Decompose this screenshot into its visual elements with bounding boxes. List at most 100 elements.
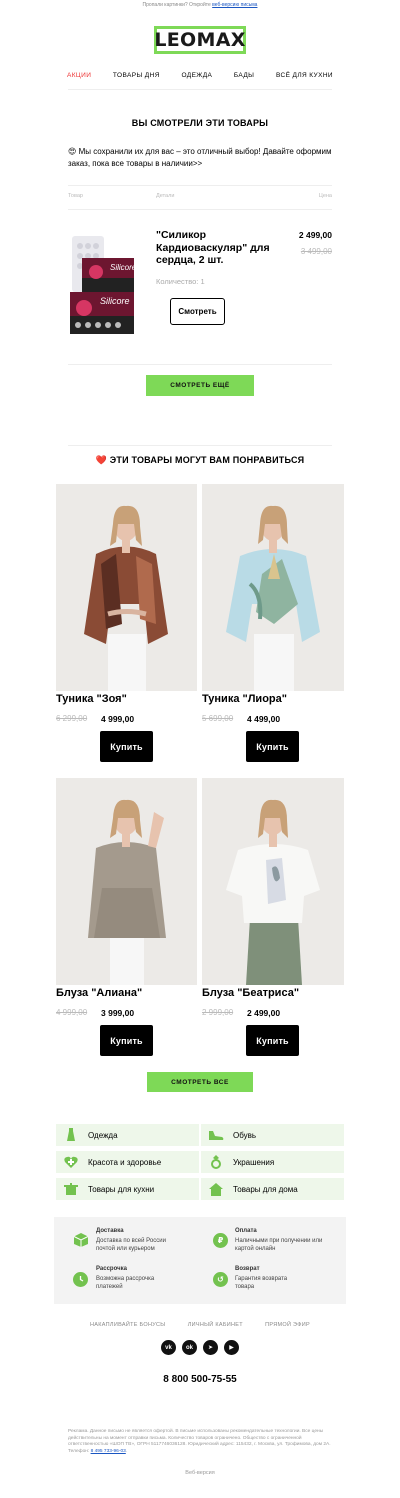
buy-button-zoya[interactable]: Купить [100,731,153,762]
top-nav: АКЦИИ ТОВАРЫ ДНЯ ОДЕЖДА БАДЫ ВСЁ ДЛЯ КУХ… [67,70,333,82]
divider [68,364,332,365]
card-name-aliana[interactable]: Блуза "Алиана" [56,987,142,999]
telegram-icon[interactable]: ➤ [203,1340,218,1355]
dress-icon [62,1128,80,1142]
card-name-zoya[interactable]: Туника "Зоя" [56,693,127,705]
box-icon [73,1232,89,1253]
card-old-price-zoya: 6 299,00 [56,714,88,723]
info-title-payment: Оплата [235,1228,257,1234]
web-version-link[interactable]: веб-версию письма [212,2,257,8]
preheader: Пропали картинки? Откройте веб-версию пи… [0,0,400,12]
preheader-text: Пропали картинки? Откройте [142,2,211,8]
col-details: Детали [156,193,175,199]
category-beauty[interactable]: Красота и здоровье [56,1151,199,1173]
house-icon [207,1182,225,1196]
category-label: Обувь [233,1130,257,1140]
nav-item-supplements[interactable]: БАДЫ [234,70,254,82]
info-title-return: Возврат [235,1266,260,1272]
heart-icon: ❤️ [95,455,108,465]
nav-item-deals[interactable]: ТОВАРЫ ДНЯ [113,70,160,82]
link-account[interactable]: ЛИЧНЫЙ КАБИНЕТ [188,1322,243,1328]
product-card-image-zoya[interactable] [56,484,197,691]
info-text-payment: Наличными при получении или картой онлай… [235,1238,323,1252]
category-jewelry[interactable]: Украшения [201,1151,344,1173]
card-price-zoya: 4 999,00 [101,714,135,724]
vk-icon[interactable]: vk [161,1340,176,1355]
legal-period: . [125,1448,128,1454]
divider [68,185,332,186]
supplement-pack-illustration: Silicore Silicore [70,236,137,334]
card-price-aliana: 3 999,00 [101,1008,135,1018]
shoe-icon [207,1128,225,1142]
smile-emoji-icon: 😍 [68,147,77,156]
leomax-logo[interactable]: LEOMAX [154,26,246,54]
product-card-image-beatrisa[interactable] [202,778,344,985]
category-label: Красота и здоровье [88,1157,162,1167]
recommend-title-text: ЭТИ ТОВАРЫ МОГУТ ВАМ ПОНРАВИТЬСЯ [109,455,305,465]
heart-plus-icon [62,1155,80,1169]
see-all-button[interactable]: СМОТРЕТЬ ВСЕ [147,1072,253,1092]
pot-icon [62,1182,80,1196]
card-old-price-beatrisa: 2 999,00 [202,1008,234,1017]
nav-item-clothes[interactable]: ОДЕЖДА [181,70,212,82]
category-clothes[interactable]: Одежда [56,1124,199,1146]
link-live[interactable]: ПРЯМОЙ ЭФИР [265,1322,310,1328]
card-old-price-liora: 5 699,00 [202,714,234,723]
divider [68,209,332,210]
product-old-price: 3 499,00 [300,247,332,256]
footer-links: НАКАПЛИВАЙТЕ БОНУСЫ ЛИЧНЫЙ КАБИНЕТ ПРЯМО… [90,1322,310,1328]
col-product: Товар [68,193,83,199]
product-quantity: Количество: 1 [156,277,205,286]
model-photo [202,484,344,691]
link-bonuses[interactable]: НАКАПЛИВАЙТЕ БОНУСЫ [90,1322,165,1328]
buy-button-aliana[interactable]: Купить [100,1025,153,1056]
ruble-icon: ₽ [213,1233,228,1248]
product-price: 2 499,00 [298,230,332,240]
clock-icon [73,1272,88,1287]
ring-icon [207,1155,225,1169]
viewed-intro: 😍 Мы сохранили их для вас – это отличный… [68,146,338,170]
model-photo [56,484,197,691]
category-label: Одежда [88,1130,118,1140]
model-photo [56,778,197,985]
social-links: vk ok ➤ ▶ [161,1340,239,1355]
pack-label-top: Silicore [110,263,137,272]
info-text-return: Гарантия возврата товара [235,1276,288,1290]
card-price-liora: 4 499,00 [247,714,281,724]
viewed-intro-text: Мы сохранили их для вас – это отличный в… [68,147,332,168]
card-price-beatrisa: 2 499,00 [247,1008,281,1018]
see-more-button[interactable]: СМОТРЕТЬ ЕЩЁ [146,375,254,396]
category-shoes[interactable]: Обувь [201,1124,344,1146]
col-price: Цена [318,193,332,199]
category-kitchen[interactable]: Товары для кухни [56,1178,199,1200]
view-product-button[interactable]: Смотреть [170,298,225,325]
divider [68,89,332,90]
divider [68,445,332,446]
info-title-installment: Рассрочка [96,1266,127,1272]
card-old-price-aliana: 4 999,00 [56,1008,88,1017]
info-text-installment: Возможна рассрочка платежей [96,1276,155,1290]
category-label: Украшения [233,1157,275,1167]
card-name-liora[interactable]: Туника "Лиора" [202,693,287,705]
buy-button-beatrisa[interactable]: Купить [246,1025,299,1056]
product-name[interactable]: "Силикор Кардиоваскуляр" для сердца, 2 ш… [156,229,284,267]
phone-number[interactable]: 8 800 500-75-55 [0,1374,400,1385]
legal-text: Реклама. Данное письмо не является оферт… [68,1429,332,1455]
table-header: Товар Детали Цена [68,193,332,203]
youtube-icon[interactable]: ▶ [224,1340,239,1355]
category-home[interactable]: Товары для дома [201,1178,344,1200]
legal-phone-link[interactable]: 8 495 733-96-03 [91,1449,126,1454]
ok-icon[interactable]: ok [182,1340,197,1355]
product-image[interactable]: Silicore Silicore [68,232,140,338]
category-label: Товары для дома [233,1184,298,1194]
buy-button-liora[interactable]: Купить [246,731,299,762]
web-version-footer-link[interactable]: Веб-версия [0,1470,400,1476]
nav-item-kitchen[interactable]: ВСЁ ДЛЯ КУХНИ [276,70,333,82]
viewed-title: ВЫ СМОТРЕЛИ ЭТИ ТОВАРЫ [131,118,269,128]
nav-item-sales[interactable]: АКЦИИ [67,70,91,82]
card-name-beatrisa[interactable]: Блуза "Беатриса" [202,987,299,999]
product-card-image-liora[interactable] [202,484,344,691]
product-card-image-aliana[interactable] [56,778,197,985]
recommend-title: ❤️ ЭТИ ТОВАРЫ МОГУТ ВАМ ПОНРАВИТЬСЯ [0,455,400,466]
model-photo [202,778,344,985]
